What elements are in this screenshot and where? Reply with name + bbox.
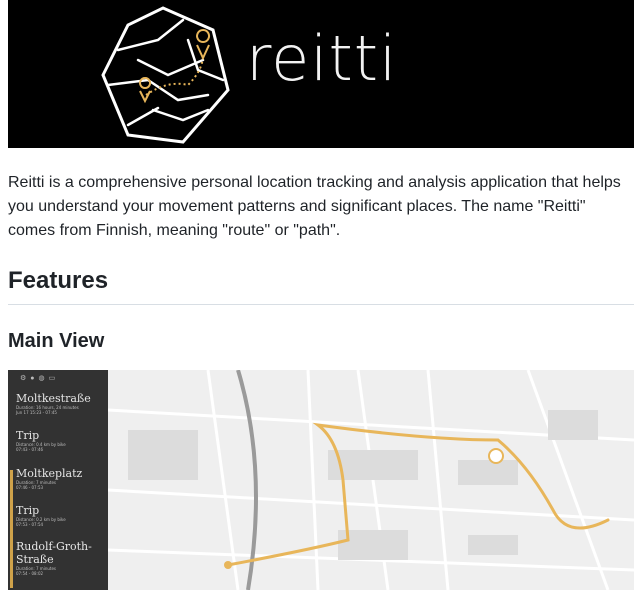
main-view-heading: Main View <box>8 330 105 352</box>
brand-name: reitti <box>246 22 398 95</box>
page: reitti Reitti is a comprehensive persona… <box>0 0 640 590</box>
timeline-entry[interactable]: Moltkeplatz Duration: 7 minutes 07:46 - … <box>16 467 82 490</box>
main-view-screenshot: ⚙●◍▭ Moltkestraße Duration: 16 hours, 24… <box>8 370 634 590</box>
settings-icon[interactable]: ⚙ <box>20 375 30 382</box>
brand-banner: reitti <box>8 0 634 148</box>
timeline-entry[interactable]: Trip Distance: 0.2 km by bike 07:53 - 07… <box>16 504 66 527</box>
heading-divider <box>8 304 634 305</box>
user-icon[interactable]: ● <box>30 375 38 382</box>
features-heading: Features <box>8 267 109 294</box>
timeline-entry[interactable]: Moltkestraße Duration: 16 hours, 24 minu… <box>16 392 91 415</box>
calendar-icon[interactable]: ▭ <box>49 375 60 382</box>
globe-icon[interactable]: ◍ <box>39 375 49 382</box>
timeline-bar <box>10 470 13 588</box>
timeline-entry[interactable]: Trip Distance: 0.4 km by bike 07:43 - 07… <box>16 429 66 452</box>
intro-paragraph: Reitti is a comprehensive personal locat… <box>8 174 621 239</box>
timeline-panel: ⚙●◍▭ Moltkestraße Duration: 16 hours, 24… <box>8 370 108 590</box>
toolbar-icons: ⚙●◍▭ <box>20 374 59 382</box>
timeline-entry[interactable]: Rudolf-Groth-Straße Duration: 7 minutes … <box>16 540 96 576</box>
